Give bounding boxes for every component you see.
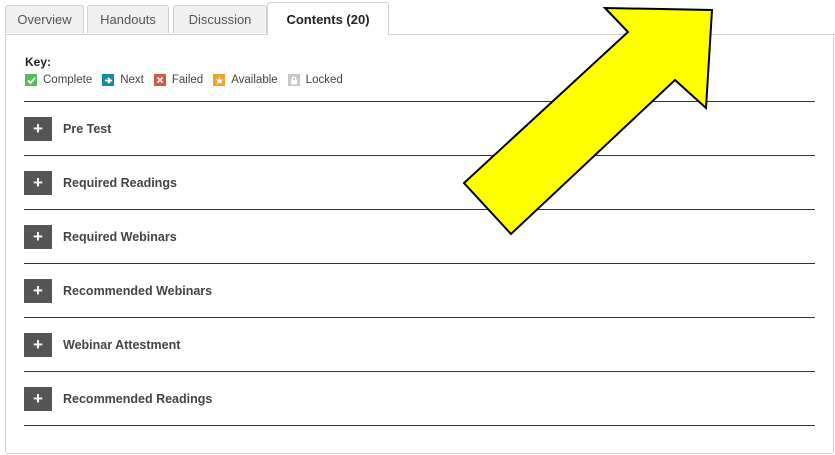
section-label: Webinar Attestment — [63, 337, 181, 352]
key-item-next: Next — [102, 74, 144, 86]
x-icon — [153, 74, 166, 86]
expand-plus-icon[interactable]: + — [24, 278, 52, 303]
tab-handouts[interactable]: Handouts — [87, 5, 169, 33]
tab-discussion[interactable]: Discussion — [173, 5, 267, 33]
section-label: Required Readings — [63, 175, 177, 190]
section-pre-test[interactable]: + Pre Test — [24, 102, 815, 156]
section-required-webinars[interactable]: + Required Webinars — [24, 210, 815, 264]
section-label: Recommended Readings — [63, 391, 213, 406]
section-required-readings[interactable]: + Required Readings — [24, 156, 815, 210]
expand-plus-icon[interactable]: + — [24, 386, 52, 411]
key-item-complete: Complete — [25, 74, 92, 86]
key-label-locked: Locked — [305, 74, 343, 86]
section-recommended-webinars[interactable]: + Recommended Webinars — [24, 264, 815, 318]
section-label: Recommended Webinars — [63, 283, 213, 298]
expand-plus-icon[interactable]: + — [24, 116, 52, 141]
key-label-next: Next — [120, 74, 144, 86]
lock-icon — [287, 74, 300, 86]
section-recommended-readings[interactable]: + Recommended Readings — [24, 372, 815, 426]
section-label: Required Webinars — [63, 229, 177, 244]
tab-overview[interactable]: Overview — [5, 5, 84, 33]
expand-plus-icon[interactable]: + — [24, 224, 52, 249]
expand-plus-icon[interactable]: + — [24, 332, 52, 357]
arrow-right-icon — [102, 74, 115, 86]
check-icon — [25, 74, 37, 86]
key-label-complete: Complete — [43, 74, 93, 86]
key-title: Key: — [25, 55, 52, 69]
section-webinar-attestment[interactable]: + Webinar Attestment — [24, 318, 815, 372]
expand-plus-icon[interactable]: + — [24, 170, 52, 195]
contents-panel: Key: Complete Next Failed Available Lock… — [5, 34, 834, 454]
status-key-legend: Complete Next Failed Available Locked — [25, 73, 353, 87]
key-item-available: Available — [213, 74, 278, 86]
section-label: Pre Test — [63, 121, 112, 136]
star-icon — [213, 74, 226, 86]
contents-sections: + Pre Test + Required Readings + Require… — [24, 101, 815, 426]
key-label-available: Available — [231, 74, 278, 86]
key-item-failed: Failed — [153, 74, 204, 86]
tab-contents[interactable]: Contents (20) — [267, 2, 389, 35]
tab-bar: Overview Handouts Discussion Contents (2… — [5, 0, 835, 35]
key-label-failed: Failed — [171, 74, 204, 86]
key-item-locked: Locked — [287, 74, 343, 86]
